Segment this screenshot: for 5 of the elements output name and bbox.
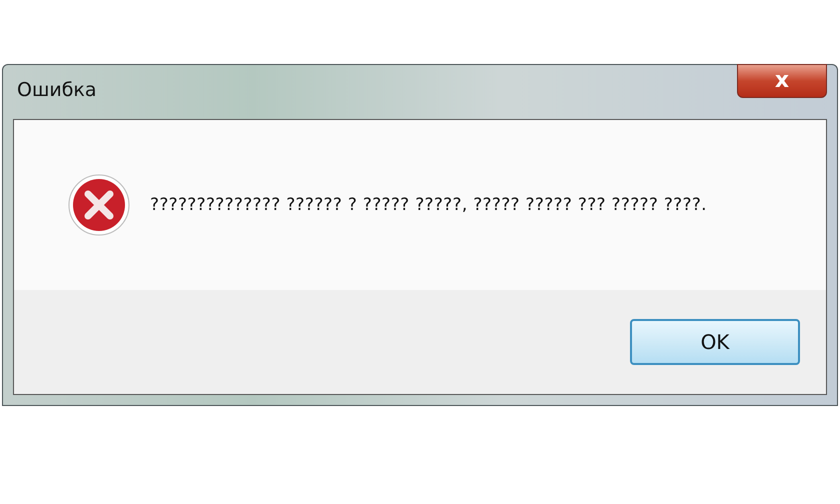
- error-icon: [68, 174, 130, 236]
- window-title: Ошибка: [17, 79, 97, 101]
- ok-button[interactable]: OK: [630, 319, 800, 365]
- error-message: ?????????????? ?????? ? ????? ?????, ????? ????? ??? ????? ????.: [150, 195, 707, 215]
- close-button[interactable]: x: [737, 64, 827, 98]
